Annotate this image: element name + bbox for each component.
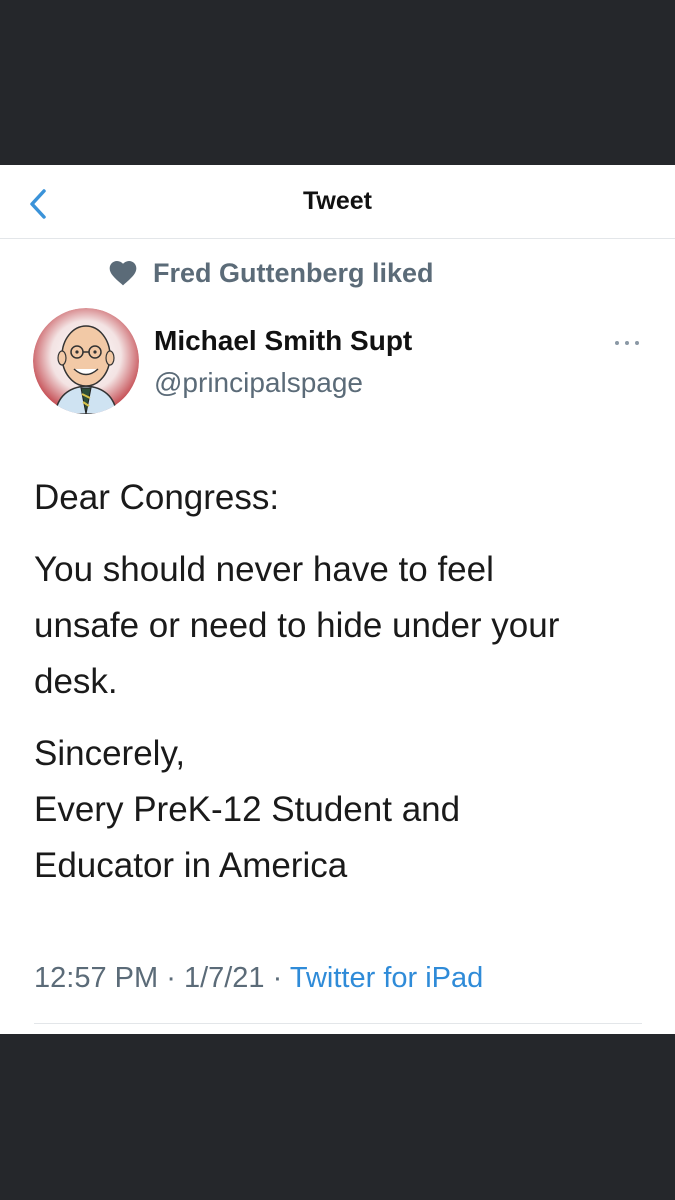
social-context[interactable]: Fred Guttenberg liked (107, 257, 434, 289)
meta-separator: · (166, 962, 176, 994)
author-display-name[interactable]: Michael Smith Supt (154, 325, 412, 357)
tweet-greeting: Dear Congress: (34, 478, 280, 517)
heart-icon (109, 261, 137, 286)
tweet-text: Dear Congress: You should never have to … (34, 470, 644, 910)
tweet-time: 12:57 PM (34, 962, 159, 994)
tweet-meta: 12:57 PM · 1/7/21 · Twitter for iPad (34, 962, 483, 995)
bottom-black-bar (0, 1034, 675, 1200)
page-title: Tweet (303, 187, 372, 215)
avatar[interactable] (33, 308, 139, 414)
tweet-client-link[interactable]: Twitter for iPad (290, 962, 483, 994)
navigation-bar: Tweet (0, 165, 675, 239)
tweet-date: 1/7/21 (183, 962, 265, 994)
tweet-closing: Sincerely, (34, 734, 186, 773)
author-handle[interactable]: @principalspage (154, 367, 363, 399)
tweet-message: You should never have to feel unsafe or … (34, 550, 560, 701)
meta-separator: · (272, 962, 283, 994)
social-context-label: Fred Guttenberg liked (153, 257, 434, 288)
divider (34, 1023, 642, 1024)
more-dots-icon[interactable] (612, 333, 642, 353)
top-black-bar (0, 0, 675, 165)
tweet-screen: Tweet Fred Guttenberg liked Michael Smit… (0, 165, 675, 1034)
tweet-signature: Every PreK-12 Student and Educator in Am… (34, 790, 461, 885)
